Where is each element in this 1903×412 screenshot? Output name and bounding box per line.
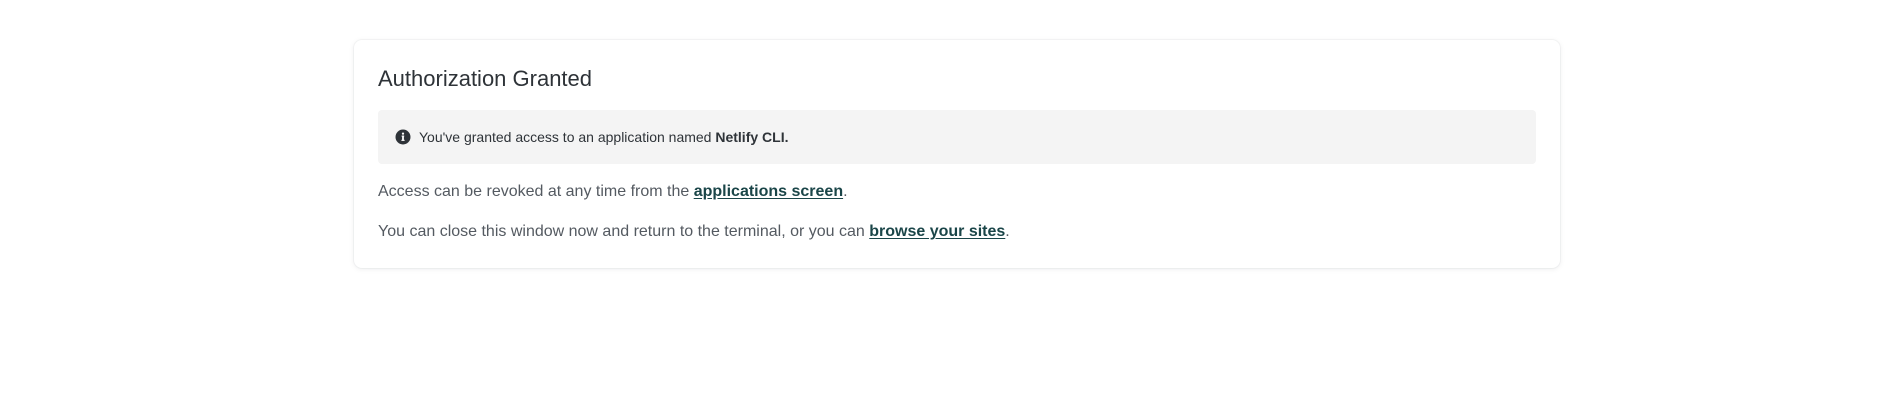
notice-text: You've granted access to an application … (419, 129, 788, 145)
page-title: Authorization Granted (378, 66, 593, 91)
notice-text-suffix: . (784, 129, 789, 145)
revoke-access-text: Access can be revoked at any time from t… (378, 182, 848, 202)
info-notice: You've granted access to an application … (378, 110, 1536, 164)
info-circle-icon (395, 129, 411, 145)
browse-sites-link[interactable]: browse your sites (869, 223, 1005, 240)
revoke-text-prefix: Access can be revoked at any time from t… (378, 183, 694, 200)
applications-screen-link[interactable]: applications screen (694, 183, 843, 200)
application-name: Netlify CLI (715, 129, 785, 145)
authorization-card: Authorization Granted You've granted acc… (354, 40, 1560, 268)
notice-text-prefix: You've granted access to an application … (419, 129, 716, 145)
close-text-suffix: . (1005, 223, 1010, 240)
revoke-text-suffix: . (843, 183, 848, 200)
close-text-prefix: You can close this window now and return… (378, 223, 870, 240)
close-window-text: You can close this window now and return… (378, 222, 1010, 242)
